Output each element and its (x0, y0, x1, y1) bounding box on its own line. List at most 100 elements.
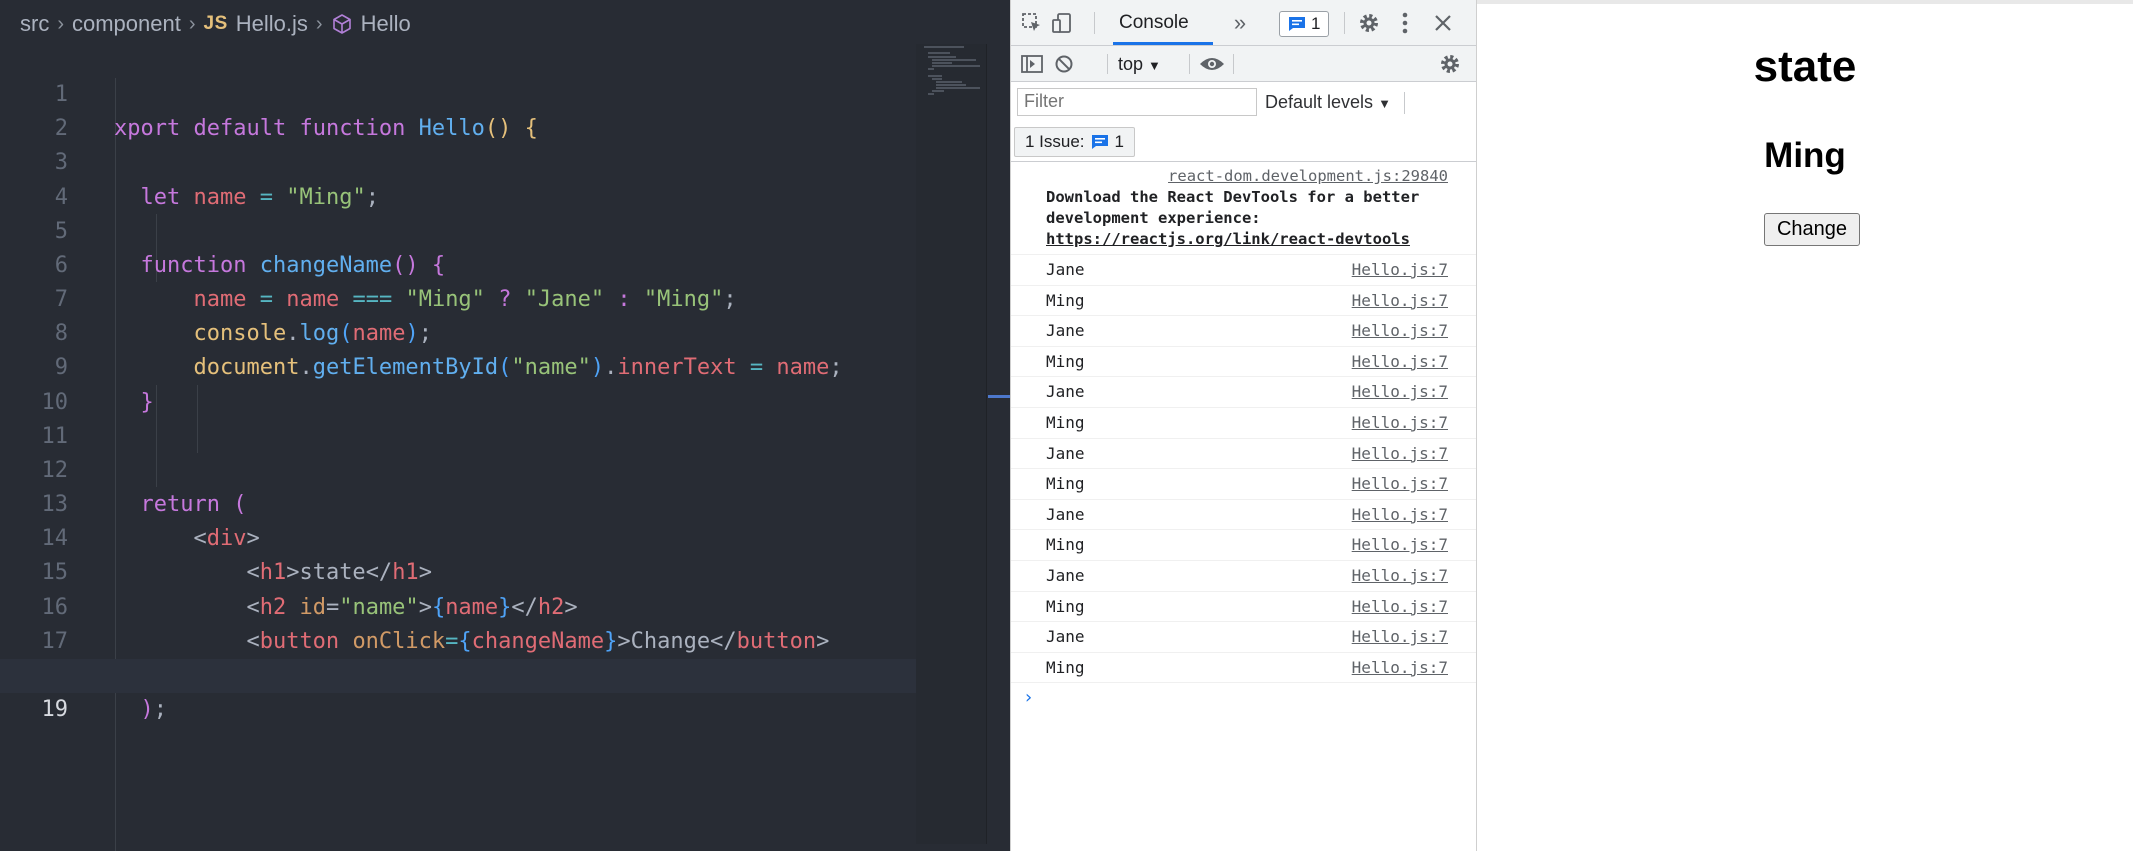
symbol-cube-icon (331, 13, 353, 35)
log-message: Ming (1046, 412, 1085, 432)
source-link[interactable]: Hello.js:7 (1352, 316, 1448, 346)
active-tab-indicator (1113, 42, 1213, 45)
code-line: 17 </div> (0, 591, 916, 688)
log-message: Jane (1046, 627, 1085, 647)
log-message: Ming (1046, 351, 1085, 371)
log-levels-dropdown[interactable]: Default levels ▼ (1265, 82, 1391, 122)
source-link[interactable]: Hello.js:7 (1352, 286, 1448, 316)
code-editor[interactable]: src › component › JS Hello.js › Hello 1 … (0, 0, 1010, 851)
dropdown-arrow-icon: ▼ (1148, 58, 1161, 73)
console-log-area[interactable]: react-dom.development.js:29840 Download … (1011, 162, 1476, 851)
message-icon (1091, 135, 1108, 149)
log-message: Jane (1046, 382, 1085, 402)
filter-input[interactable]: Filter (1017, 88, 1257, 116)
code-line: 4 (0, 146, 916, 210)
code-line: 12 return ( (0, 420, 916, 517)
toolbar-separator (1233, 54, 1234, 74)
more-tabs-icon[interactable]: » (1227, 10, 1253, 36)
code-line: 7 console.log(name); (0, 249, 916, 346)
log-message: Jane (1046, 565, 1085, 585)
device-toolbar-icon[interactable] (1049, 10, 1075, 36)
log-message: Ming (1046, 474, 1085, 494)
context-selector[interactable]: top ▼ (1118, 46, 1161, 82)
toolbar-separator (1107, 54, 1108, 74)
source-link[interactable]: Hello.js:7 (1352, 653, 1448, 683)
devtools-tab-bar: Console » 1 (1011, 0, 1476, 46)
console-toolbar: top ▼ (1011, 46, 1476, 82)
code-line: 9 } (0, 317, 916, 414)
code-line: 11 (0, 386, 916, 449)
console-log-row: Ming Hello.js:7 (1011, 286, 1476, 317)
code-line: 18 ); (0, 625, 916, 722)
source-link[interactable]: Hello.js:7 (1352, 530, 1448, 560)
breadcrumb-symbol[interactable]: Hello (361, 11, 411, 37)
minimap[interactable] (916, 44, 986, 844)
code-area[interactable]: 1 xport default function Hello() { 2 3 l… (0, 44, 916, 851)
code-line: 14 <h1>state</h1> (0, 488, 916, 585)
source-link[interactable]: Hello.js:7 (1352, 469, 1448, 499)
name-heading: Ming (1764, 136, 1846, 175)
console-settings-gear-icon[interactable] (1436, 51, 1464, 77)
toolbar-separator (1344, 12, 1345, 34)
toolbar-separator (1189, 54, 1190, 74)
rendered-page: state Ming Change (1477, 0, 2133, 851)
clear-console-icon[interactable] (1051, 52, 1077, 76)
source-link[interactable]: Hello.js:7 (1352, 592, 1448, 622)
chevron-right-icon: › (57, 12, 64, 35)
code-line: 6 name = name === "Ming" ? "Jane" : "Min… (0, 215, 916, 312)
console-log-row: Jane Hello.js:7 (1011, 561, 1476, 592)
issues-counter-button[interactable]: 1 (1279, 11, 1330, 37)
log-message: Jane (1046, 321, 1085, 341)
react-devtools-link[interactable]: https://reactjs.org/link/react-devtools (1046, 230, 1410, 248)
source-link[interactable]: Hello.js:7 (1352, 622, 1448, 652)
sidebar-toggle-icon[interactable] (1019, 52, 1045, 76)
code-line: 1 xport default function Hello() { (0, 44, 916, 141)
settings-gear-icon[interactable] (1355, 9, 1383, 37)
line-number: 19 (41, 696, 69, 722)
tab-console[interactable]: Console (1119, 0, 1189, 44)
log-message: Ming (1046, 657, 1085, 677)
log-message: Jane (1046, 260, 1085, 279)
log-message: Jane (1046, 443, 1085, 463)
code-line: 16 <button onClick={changeName}>Change</… (0, 556, 916, 654)
code-line: 8 document.getElementById("name").innerT… (0, 283, 916, 380)
source-link[interactable]: Hello.js:7 (1352, 408, 1448, 438)
console-log-row: Jane Hello.js:7 (1011, 439, 1476, 470)
source-link[interactable]: Hello.js:7 (1352, 439, 1448, 469)
console-log-row: Ming Hello.js:7 (1011, 408, 1476, 439)
console-prompt[interactable]: › (1023, 687, 1476, 708)
source-link[interactable]: Hello.js:7 (1352, 377, 1448, 407)
code-line: 3 let name = "Ming"; (0, 112, 916, 209)
devtools-panel[interactable]: Console » 1 top ▼ Filter Default levels … (1010, 0, 1477, 851)
breadcrumb-folder-component[interactable]: component (72, 11, 181, 37)
chevron-right-icon: › (315, 12, 323, 35)
log-message: Ming (1046, 290, 1085, 310)
editor-scrollbar[interactable] (986, 44, 1009, 844)
code-line: 10 (0, 351, 916, 415)
console-log-row: Ming Hello.js:7 (1011, 653, 1476, 684)
close-icon[interactable] (1429, 9, 1457, 37)
issues-count: 1 (1311, 14, 1321, 33)
breadcrumb-file[interactable]: Hello.js (236, 11, 308, 37)
inspect-element-icon[interactable] (1019, 10, 1045, 36)
console-log-row: Jane Hello.js:7 (1011, 255, 1476, 286)
breadcrumb-folder-src[interactable]: src (20, 11, 49, 37)
issues-button[interactable]: 1 Issue: 1 (1014, 127, 1136, 157)
source-link[interactable]: Hello.js:7 (1352, 255, 1448, 285)
console-log-row: Jane Hello.js:7 (1011, 377, 1476, 408)
scrollbar-position-marker (988, 395, 1010, 398)
source-link[interactable]: react-dom.development.js:29840 (1046, 166, 1448, 187)
more-options-kebab-icon[interactable] (1393, 9, 1417, 37)
code-line: 5 function changeName() { (0, 181, 916, 278)
code-line: 13 <div> (0, 454, 916, 551)
change-button[interactable]: Change (1764, 213, 1860, 246)
toolbar-separator (1094, 12, 1095, 34)
live-expression-eye-icon[interactable] (1197, 51, 1227, 77)
code-line-current[interactable]: 19 (0, 658, 916, 722)
log-message: Jane (1046, 504, 1085, 524)
console-log-row: Jane Hello.js:7 (1011, 500, 1476, 531)
source-link[interactable]: Hello.js:7 (1352, 561, 1448, 591)
console-log-row: Ming Hello.js:7 (1011, 347, 1476, 378)
source-link[interactable]: Hello.js:7 (1352, 347, 1448, 377)
source-link[interactable]: Hello.js:7 (1352, 500, 1448, 530)
